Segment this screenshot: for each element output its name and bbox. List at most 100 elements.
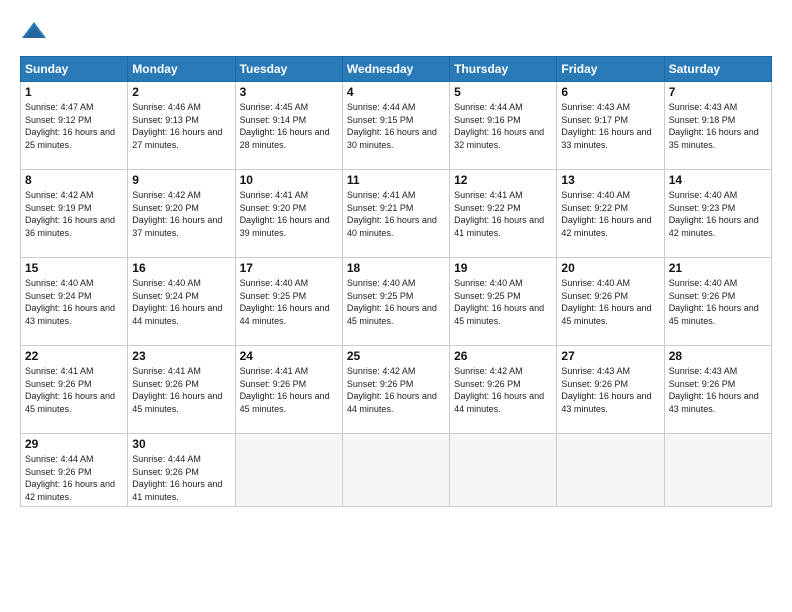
- day-info: Sunrise: 4:43 AMSunset: 9:18 PMDaylight:…: [669, 101, 767, 151]
- day-number: 3: [240, 85, 338, 99]
- calendar-cell: 18 Sunrise: 4:40 AMSunset: 9:25 PMDayligh…: [342, 258, 449, 346]
- calendar-cell: 24 Sunrise: 4:41 AMSunset: 9:26 PMDayligh…: [235, 346, 342, 434]
- calendar-cell: 15Sunrise: 4:40 AMSunset: 9:24 PMDayligh…: [21, 258, 128, 346]
- weekday-header-tuesday: Tuesday: [235, 57, 342, 82]
- header: [20, 18, 772, 46]
- calendar-week-5: 29 Sunrise: 4:44 AMSunset: 9:26 PMDayligh…: [21, 434, 772, 507]
- day-number: 10: [240, 173, 338, 187]
- calendar-cell: 13 Sunrise: 4:40 AMSunset: 9:22 PMDayligh…: [557, 170, 664, 258]
- day-number: 30: [132, 437, 230, 451]
- calendar-cell: 9Sunrise: 4:42 AMSunset: 9:20 PMDaylight…: [128, 170, 235, 258]
- calendar-cell: 12 Sunrise: 4:41 AMSunset: 9:22 PMDayligh…: [450, 170, 557, 258]
- calendar-cell: 8 Sunrise: 4:42 AMSunset: 9:19 PMDaylight…: [21, 170, 128, 258]
- calendar-cell: 14 Sunrise: 4:40 AMSunset: 9:23 PMDayligh…: [664, 170, 771, 258]
- weekday-header-sunday: Sunday: [21, 57, 128, 82]
- calendar-cell: 6 Sunrise: 4:43 AMSunset: 9:17 PMDaylight…: [557, 82, 664, 170]
- day-info: Sunrise: 4:40 AMSunset: 9:23 PMDaylight:…: [669, 189, 767, 239]
- calendar-cell: [342, 434, 449, 507]
- day-number: 22: [25, 349, 123, 363]
- calendar-cell: 21Sunrise: 4:40 AMSunset: 9:26 PMDayligh…: [664, 258, 771, 346]
- weekday-header-row: SundayMondayTuesdayWednesdayThursdayFrid…: [21, 57, 772, 82]
- calendar-cell: 28 Sunrise: 4:43 AMSunset: 9:26 PMDayligh…: [664, 346, 771, 434]
- day-info: Sunrise: 4:43 AMSunset: 9:26 PMDaylight:…: [669, 365, 767, 415]
- day-number: 6: [561, 85, 659, 99]
- page: SundayMondayTuesdayWednesdayThursdayFrid…: [0, 0, 792, 612]
- day-number: 29: [25, 437, 123, 451]
- day-info: Sunrise: 4:42 AMSunset: 9:19 PMDaylight:…: [25, 189, 123, 239]
- day-info: Sunrise: 4:44 AMSunset: 9:26 PMDaylight:…: [25, 453, 123, 503]
- calendar-cell: [450, 434, 557, 507]
- day-number: 25: [347, 349, 445, 363]
- calendar-cell: [557, 434, 664, 507]
- day-info: Sunrise: 4:42 AMSunset: 9:26 PMDaylight:…: [454, 365, 552, 415]
- weekday-header-friday: Friday: [557, 57, 664, 82]
- day-info: Sunrise: 4:41 AMSunset: 9:26 PMDaylight:…: [25, 365, 123, 415]
- logo-icon: [20, 18, 48, 46]
- calendar-cell: 4 Sunrise: 4:44 AMSunset: 9:15 PMDaylight…: [342, 82, 449, 170]
- day-info: Sunrise: 4:40 AMSunset: 9:24 PMDaylight:…: [25, 277, 123, 327]
- weekday-header-monday: Monday: [128, 57, 235, 82]
- day-info: Sunrise: 4:40 AMSunset: 9:22 PMDaylight:…: [561, 189, 659, 239]
- day-number: 20: [561, 261, 659, 275]
- calendar-cell: 10Sunrise: 4:41 AMSunset: 9:20 PMDayligh…: [235, 170, 342, 258]
- calendar-cell: 29 Sunrise: 4:44 AMSunset: 9:26 PMDayligh…: [21, 434, 128, 507]
- day-number: 8: [25, 173, 123, 187]
- weekday-header-saturday: Saturday: [664, 57, 771, 82]
- calendar-cell: [235, 434, 342, 507]
- calendar-cell: 17 Sunrise: 4:40 AMSunset: 9:25 PMDayligh…: [235, 258, 342, 346]
- calendar-cell: 20 Sunrise: 4:40 AMSunset: 9:26 PMDayligh…: [557, 258, 664, 346]
- day-info: Sunrise: 4:41 AMSunset: 9:26 PMDaylight:…: [132, 365, 230, 415]
- day-info: Sunrise: 4:40 AMSunset: 9:25 PMDaylight:…: [240, 277, 338, 327]
- day-info: Sunrise: 4:40 AMSunset: 9:24 PMDaylight:…: [132, 277, 230, 327]
- day-info: Sunrise: 4:44 AMSunset: 9:26 PMDaylight:…: [132, 453, 230, 503]
- day-number: 17: [240, 261, 338, 275]
- calendar-cell: 30 Sunrise: 4:44 AMSunset: 9:26 PMDayligh…: [128, 434, 235, 507]
- calendar-cell: 11 Sunrise: 4:41 AMSunset: 9:21 PMDayligh…: [342, 170, 449, 258]
- day-info: Sunrise: 4:47 AMSunset: 9:12 PMDaylight:…: [25, 101, 123, 151]
- day-info: Sunrise: 4:42 AMSunset: 9:20 PMDaylight:…: [132, 189, 230, 239]
- day-info: Sunrise: 4:44 AMSunset: 9:16 PMDaylight:…: [454, 101, 552, 151]
- calendar-table: SundayMondayTuesdayWednesdayThursdayFrid…: [20, 56, 772, 507]
- day-number: 19: [454, 261, 552, 275]
- day-number: 4: [347, 85, 445, 99]
- day-number: 28: [669, 349, 767, 363]
- day-info: Sunrise: 4:42 AMSunset: 9:26 PMDaylight:…: [347, 365, 445, 415]
- calendar-cell: 23Sunrise: 4:41 AMSunset: 9:26 PMDayligh…: [128, 346, 235, 434]
- day-number: 14: [669, 173, 767, 187]
- logo: [20, 18, 50, 46]
- calendar-week-1: 1 Sunrise: 4:47 AMSunset: 9:12 PMDaylight…: [21, 82, 772, 170]
- calendar-cell: 16 Sunrise: 4:40 AMSunset: 9:24 PMDayligh…: [128, 258, 235, 346]
- day-number: 2: [132, 85, 230, 99]
- calendar-week-3: 15Sunrise: 4:40 AMSunset: 9:24 PMDayligh…: [21, 258, 772, 346]
- day-number: 1: [25, 85, 123, 99]
- day-number: 12: [454, 173, 552, 187]
- day-info: Sunrise: 4:41 AMSunset: 9:21 PMDaylight:…: [347, 189, 445, 239]
- day-number: 11: [347, 173, 445, 187]
- day-info: Sunrise: 4:40 AMSunset: 9:25 PMDaylight:…: [347, 277, 445, 327]
- calendar-week-2: 8 Sunrise: 4:42 AMSunset: 9:19 PMDaylight…: [21, 170, 772, 258]
- calendar-cell: 19 Sunrise: 4:40 AMSunset: 9:25 PMDayligh…: [450, 258, 557, 346]
- day-info: Sunrise: 4:46 AMSunset: 9:13 PMDaylight:…: [132, 101, 230, 151]
- day-number: 27: [561, 349, 659, 363]
- day-info: Sunrise: 4:45 AMSunset: 9:14 PMDaylight:…: [240, 101, 338, 151]
- calendar-week-4: 22 Sunrise: 4:41 AMSunset: 9:26 PMDayligh…: [21, 346, 772, 434]
- day-info: Sunrise: 4:43 AMSunset: 9:17 PMDaylight:…: [561, 101, 659, 151]
- calendar-cell: 26Sunrise: 4:42 AMSunset: 9:26 PMDayligh…: [450, 346, 557, 434]
- day-number: 24: [240, 349, 338, 363]
- calendar-cell: 22 Sunrise: 4:41 AMSunset: 9:26 PMDayligh…: [21, 346, 128, 434]
- calendar-cell: 25 Sunrise: 4:42 AMSunset: 9:26 PMDayligh…: [342, 346, 449, 434]
- day-number: 7: [669, 85, 767, 99]
- day-info: Sunrise: 4:44 AMSunset: 9:15 PMDaylight:…: [347, 101, 445, 151]
- day-number: 16: [132, 261, 230, 275]
- day-info: Sunrise: 4:41 AMSunset: 9:22 PMDaylight:…: [454, 189, 552, 239]
- calendar-cell: 7 Sunrise: 4:43 AMSunset: 9:18 PMDaylight…: [664, 82, 771, 170]
- calendar-cell: [664, 434, 771, 507]
- day-info: Sunrise: 4:41 AMSunset: 9:26 PMDaylight:…: [240, 365, 338, 415]
- day-info: Sunrise: 4:40 AMSunset: 9:26 PMDaylight:…: [561, 277, 659, 327]
- day-number: 13: [561, 173, 659, 187]
- weekday-header-wednesday: Wednesday: [342, 57, 449, 82]
- day-info: Sunrise: 4:40 AMSunset: 9:25 PMDaylight:…: [454, 277, 552, 327]
- day-number: 5: [454, 85, 552, 99]
- calendar-cell: 1 Sunrise: 4:47 AMSunset: 9:12 PMDaylight…: [21, 82, 128, 170]
- day-number: 18: [347, 261, 445, 275]
